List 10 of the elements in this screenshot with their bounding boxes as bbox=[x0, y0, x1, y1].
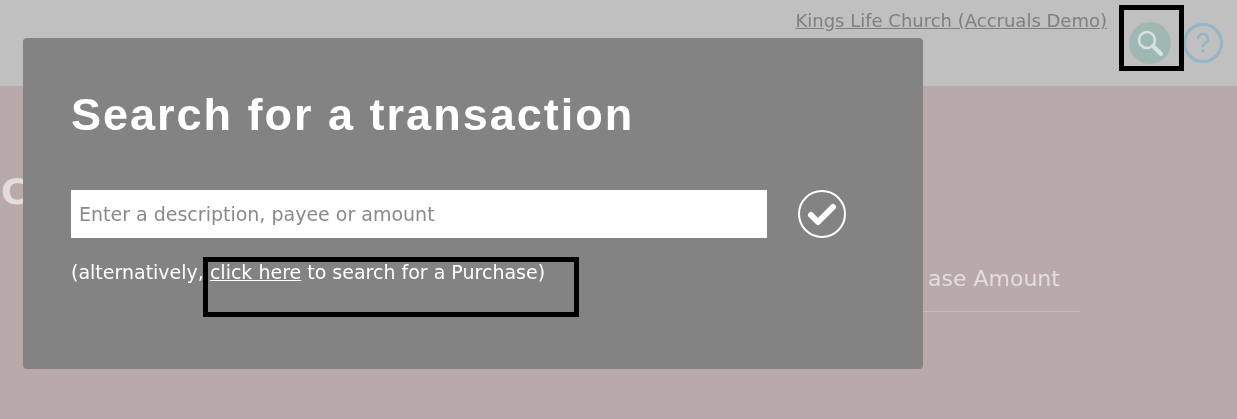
search-icon bbox=[1136, 29, 1164, 57]
confirm-check-icon[interactable] bbox=[797, 189, 847, 239]
dialog-title: Search for a transaction bbox=[71, 88, 635, 142]
search-field[interactable]: Enter a description, payee or amount bbox=[71, 190, 767, 238]
highlight-frame bbox=[1119, 5, 1184, 71]
purchase-search-link[interactable]: click here bbox=[209, 261, 302, 283]
account-link[interactable]: Kings Life Church (Accruals Demo) bbox=[795, 10, 1107, 31]
alternative-note: (alternatively, click here to search for a Purchase) bbox=[71, 261, 546, 283]
help-button[interactable] bbox=[1183, 23, 1223, 63]
help-icon bbox=[1196, 33, 1210, 53]
